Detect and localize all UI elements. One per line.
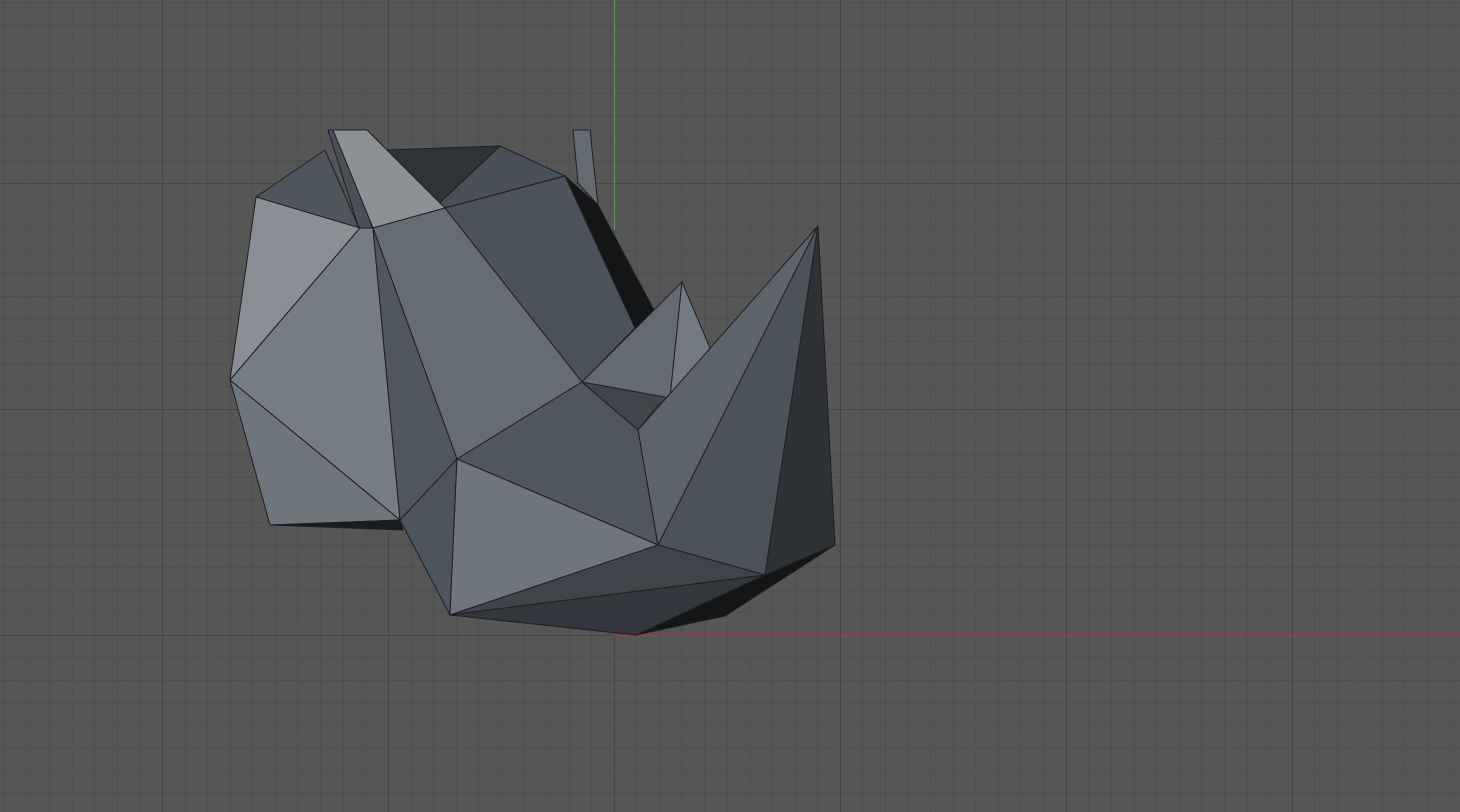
- 3d-viewport[interactable]: [0, 0, 1460, 812]
- rhino-head-mesh[interactable]: [0, 0, 1460, 812]
